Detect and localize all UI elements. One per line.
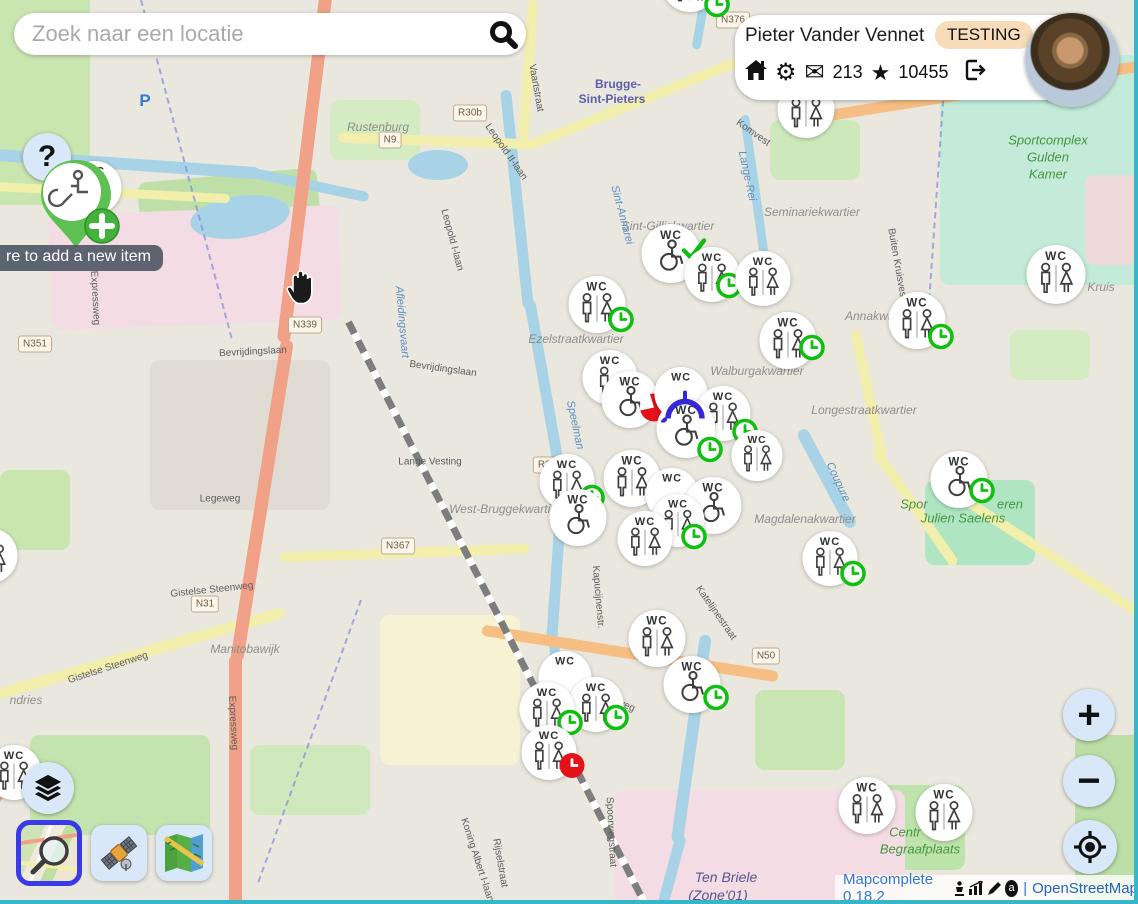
messages-count: 213	[833, 62, 863, 83]
opening-hours-clock-badge	[968, 477, 996, 510]
satellite-icon	[99, 833, 139, 873]
zoom-out-label: −	[1077, 759, 1100, 804]
changeset-count: 10455	[898, 62, 948, 83]
attribution-circle-icon[interactable]: a	[1005, 880, 1018, 897]
testing-badge: TESTING	[935, 21, 1033, 49]
wc-marker[interactable]: WC	[1026, 245, 1086, 310]
geolocate-button[interactable]	[1063, 820, 1117, 874]
svg-text:WC: WC	[557, 459, 577, 471]
zoom-out-button[interactable]: −	[1063, 755, 1115, 807]
svg-text:WC: WC	[1045, 249, 1067, 263]
svg-text:WC: WC	[635, 516, 655, 528]
attribution-osm-link[interactable]: OpenStreetMap	[1032, 880, 1138, 897]
map-icon	[163, 834, 205, 872]
svg-text:WC: WC	[748, 435, 767, 446]
opening-hours-clock-badge	[558, 752, 586, 785]
layers-icon	[33, 773, 63, 803]
opening-hours-clock-badge	[680, 523, 708, 556]
svg-text:WC: WC	[539, 730, 559, 742]
basemap-switcher	[16, 820, 212, 886]
basemap-satellite[interactable]	[91, 825, 147, 881]
wc-marker[interactable]: WC	[735, 251, 791, 312]
statue-icon[interactable]	[953, 881, 966, 896]
hand-cursor-icon	[283, 268, 315, 313]
messages-icon[interactable]: ✉	[805, 63, 825, 83]
user-avatar[interactable]	[1025, 13, 1119, 107]
pencil-icon[interactable]	[987, 881, 1002, 896]
crosshair-icon	[1072, 829, 1108, 865]
svg-text:WC: WC	[671, 371, 691, 383]
svg-text:WC: WC	[646, 616, 667, 628]
viewport-edge	[1134, 0, 1138, 904]
blue-arc-marker[interactable]	[661, 389, 709, 428]
logout-icon[interactable]	[964, 59, 986, 86]
user-name: Pieter Vander Vennet	[745, 25, 924, 47]
svg-text:WC: WC	[4, 750, 24, 762]
wc-marker[interactable]: WC	[0, 528, 18, 589]
opening-hours-clock-badge	[927, 323, 955, 356]
search-icon[interactable]	[480, 19, 526, 49]
svg-text:WC: WC	[856, 783, 877, 795]
svg-text:WC: WC	[586, 682, 606, 694]
wc-marker[interactable]: WC	[549, 489, 607, 552]
svg-text:WC: WC	[906, 298, 927, 310]
opening-hours-clock-badge	[602, 704, 630, 737]
svg-text:WC: WC	[820, 536, 840, 548]
attribution-bar: Mapcomplete 0.18.2 a | OpenStreetMap	[835, 875, 1138, 901]
basemap-map[interactable]	[156, 825, 212, 881]
wc-marker[interactable]: WC	[915, 784, 973, 847]
svg-text:WC: WC	[621, 456, 642, 468]
wc-marker[interactable]: WC	[838, 777, 896, 840]
attribution-separator: |	[1023, 880, 1027, 897]
settings-gear-icon[interactable]: ⚙	[775, 63, 797, 83]
svg-text:WC: WC	[702, 252, 722, 264]
search-bar	[14, 13, 526, 55]
mapcomplete-app: Brugge-Sint-PietersRustenburgSint-Gillis…	[0, 0, 1138, 904]
layers-button[interactable]	[22, 762, 74, 814]
add-item-tooltip: re to add a new item	[0, 245, 163, 271]
zoom-in-label: +	[1077, 693, 1100, 738]
svg-text:WC: WC	[600, 355, 620, 367]
zoom-in-button[interactable]: +	[1063, 689, 1115, 741]
map-markers-layer: WC WC WC WC WC WC WC WC WC WC WC WC WC WC WC WC WC WC WC WC…	[0, 0, 1138, 904]
svg-text:WC: WC	[933, 790, 954, 802]
opening-hours-clock-badge	[702, 684, 730, 717]
viewport-edge	[0, 900, 1138, 904]
svg-text:WC: WC	[537, 687, 557, 699]
opening-hours-clock-badge	[696, 436, 724, 469]
opening-hours-clock-badge	[798, 334, 826, 367]
search-input[interactable]	[14, 21, 480, 47]
home-icon[interactable]	[745, 60, 767, 85]
opening-hours-clock-badge	[607, 306, 635, 339]
svg-text:WC: WC	[586, 282, 607, 294]
svg-text:WC: WC	[662, 472, 682, 484]
svg-text:WC: WC	[668, 498, 688, 510]
wc-marker[interactable]: WC	[617, 511, 673, 572]
svg-text:WC: WC	[753, 256, 773, 268]
opening-hours-clock-badge	[703, 0, 731, 24]
opening-hours-clock-badge	[839, 560, 867, 593]
stats-chart-icon[interactable]	[969, 881, 984, 895]
star-icon: ★	[871, 63, 891, 83]
add-new-item-pin[interactable]	[28, 152, 124, 256]
basemap-osm-carto-selected[interactable]	[16, 820, 82, 886]
svg-text:WC: WC	[777, 318, 798, 330]
svg-text:WC: WC	[555, 655, 575, 667]
